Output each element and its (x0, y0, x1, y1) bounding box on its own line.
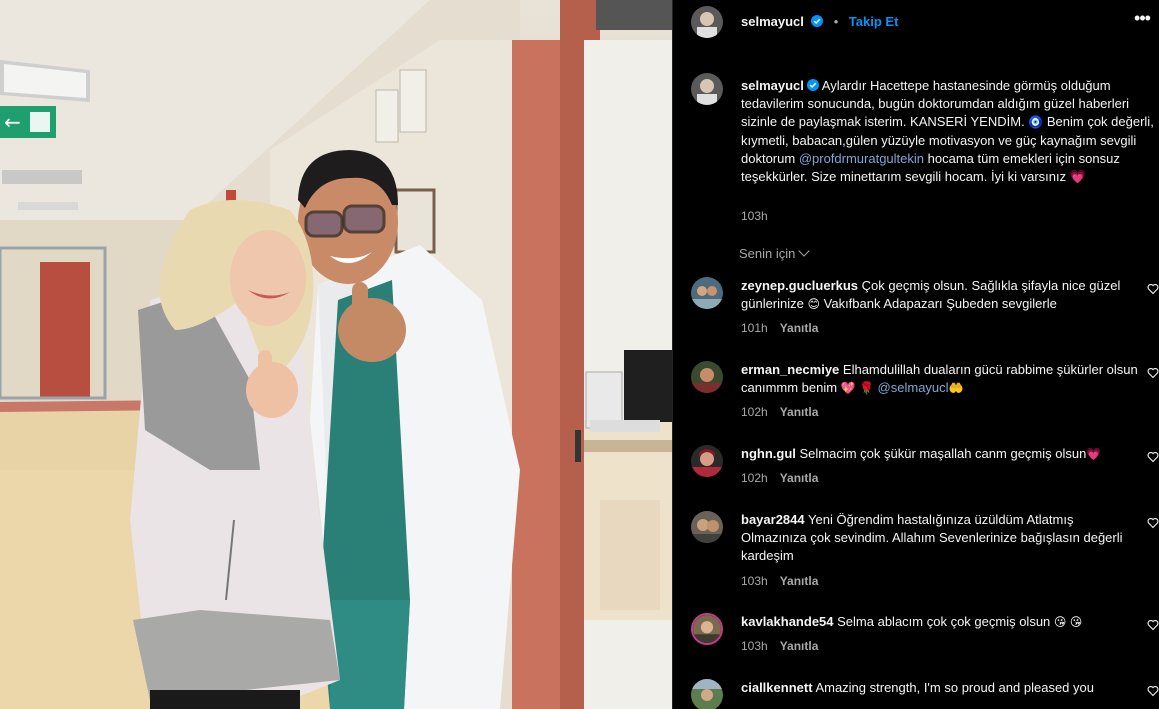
caption-text: selmayucl Aylardır Hacettepe hastanesind… (741, 78, 1154, 185)
commenter-avatar[interactable] (691, 613, 723, 645)
photo-scene: ← (0, 0, 672, 709)
author-avatar[interactable] (691, 6, 723, 38)
comment-body: nghn.gul Selmacim çok şükür maşallah can… (741, 445, 1141, 487)
follow-button[interactable]: Takip Et (849, 14, 899, 29)
comment-username[interactable]: kavlakhande54 (741, 614, 834, 629)
caption-mention-link[interactable]: @profdrmuratgultekin (799, 151, 924, 166)
comment-username[interactable]: erman_necmiye (741, 362, 839, 377)
heart-outline-icon[interactable] (1147, 367, 1159, 379)
caption-timestamp[interactable]: 103h (741, 209, 768, 223)
reply-button[interactable]: Yanıtla (780, 471, 819, 485)
reply-button[interactable]: Yanıtla (780, 405, 819, 419)
comment-username[interactable]: ciallkennett (741, 680, 813, 695)
comment-timestamp[interactable]: 102h (741, 471, 768, 485)
caption-username[interactable]: selmayucl (741, 78, 804, 93)
comment-timestamp[interactable]: 101h (741, 321, 768, 335)
caption-avatar[interactable] (691, 73, 723, 105)
more-options-icon[interactable]: ••• (1130, 9, 1154, 31)
comment-emoji: 💗 (1086, 447, 1102, 461)
comment-meta: 102h Yanıtla (741, 403, 1141, 421)
reply-button[interactable]: Yanıtla (780, 639, 819, 653)
svg-text:←: ← (4, 110, 21, 134)
post-photo[interactable]: ← (0, 0, 672, 709)
separator-dot: • (833, 14, 839, 29)
commenter-avatar[interactable] (691, 445, 723, 477)
comment-sort-dropdown[interactable]: Senin için (739, 245, 811, 261)
comment-username[interactable]: nghn.gul (741, 446, 796, 461)
comment-timestamp[interactable]: 102h (741, 405, 768, 419)
commenter-avatar[interactable] (691, 679, 723, 709)
verified-badge-icon (806, 79, 819, 91)
heart-outline-icon[interactable] (1147, 283, 1159, 295)
comment-username[interactable]: bayar2844 (741, 512, 805, 527)
nazar-emoji: 🧿 (1028, 115, 1044, 130)
commenter-avatar[interactable] (691, 361, 723, 393)
comment-body: erman_necmiye Elhamdulillah duaların güc… (741, 361, 1141, 422)
comment-body: bayar2844 Yeni Öğrendim hastalığınıza üz… (741, 511, 1141, 590)
comment-emoji: 😊 (807, 297, 821, 312)
comment-body: ciallkennett Amazing strength, I'm so pr… (741, 680, 1094, 695)
comment-meta: 101h Yanıtla (741, 319, 1141, 337)
post-header: selmayucl • Takip Et ••• (673, 0, 1159, 45)
comment-mention-link[interactable]: @selmayucl (878, 380, 949, 395)
comment-timestamp[interactable]: 103h (741, 639, 768, 653)
heart-outline-icon[interactable] (1147, 685, 1159, 697)
heart-emoji: 💗 (1069, 169, 1086, 185)
sort-label: Senin için (739, 246, 796, 261)
author-username[interactable]: selmayucl (741, 14, 804, 29)
commenter-avatar[interactable] (691, 277, 723, 309)
heart-outline-icon[interactable] (1147, 517, 1159, 529)
comments-panel: selmayucl • Takip Et ••• selmayucl Aylar… (672, 0, 1159, 709)
heart-outline-icon[interactable] (1147, 619, 1159, 631)
comment-meta: 103h Yanıtla (741, 637, 1141, 655)
reply-button[interactable]: Yanıtla (780, 321, 819, 335)
commenter-avatar[interactable] (691, 511, 723, 543)
comment-username[interactable]: zeynep.gucluerkus (741, 278, 858, 293)
heart-outline-icon[interactable] (1147, 451, 1159, 463)
comment-meta: 102h Yanıtla (741, 469, 1141, 487)
reply-button[interactable]: Yanıtla (780, 574, 819, 588)
comment-timestamp[interactable]: 103h (741, 574, 768, 588)
comment-emoji: 😘 😘 (1053, 615, 1083, 629)
comment-meta: 103h Yanıtla (741, 572, 1141, 590)
comment-body: kavlakhande54 Selma ablacım çok çok geçm… (741, 613, 1141, 655)
comment-emoji: 💖 🌹 (840, 381, 874, 396)
comment-body: zeynep.gucluerkus Çok geçmiş olsun. Sağl… (741, 277, 1141, 338)
comment-emoji: 🤲 (948, 381, 964, 396)
chevron-down-icon (798, 245, 811, 257)
verified-badge-icon (811, 15, 824, 27)
